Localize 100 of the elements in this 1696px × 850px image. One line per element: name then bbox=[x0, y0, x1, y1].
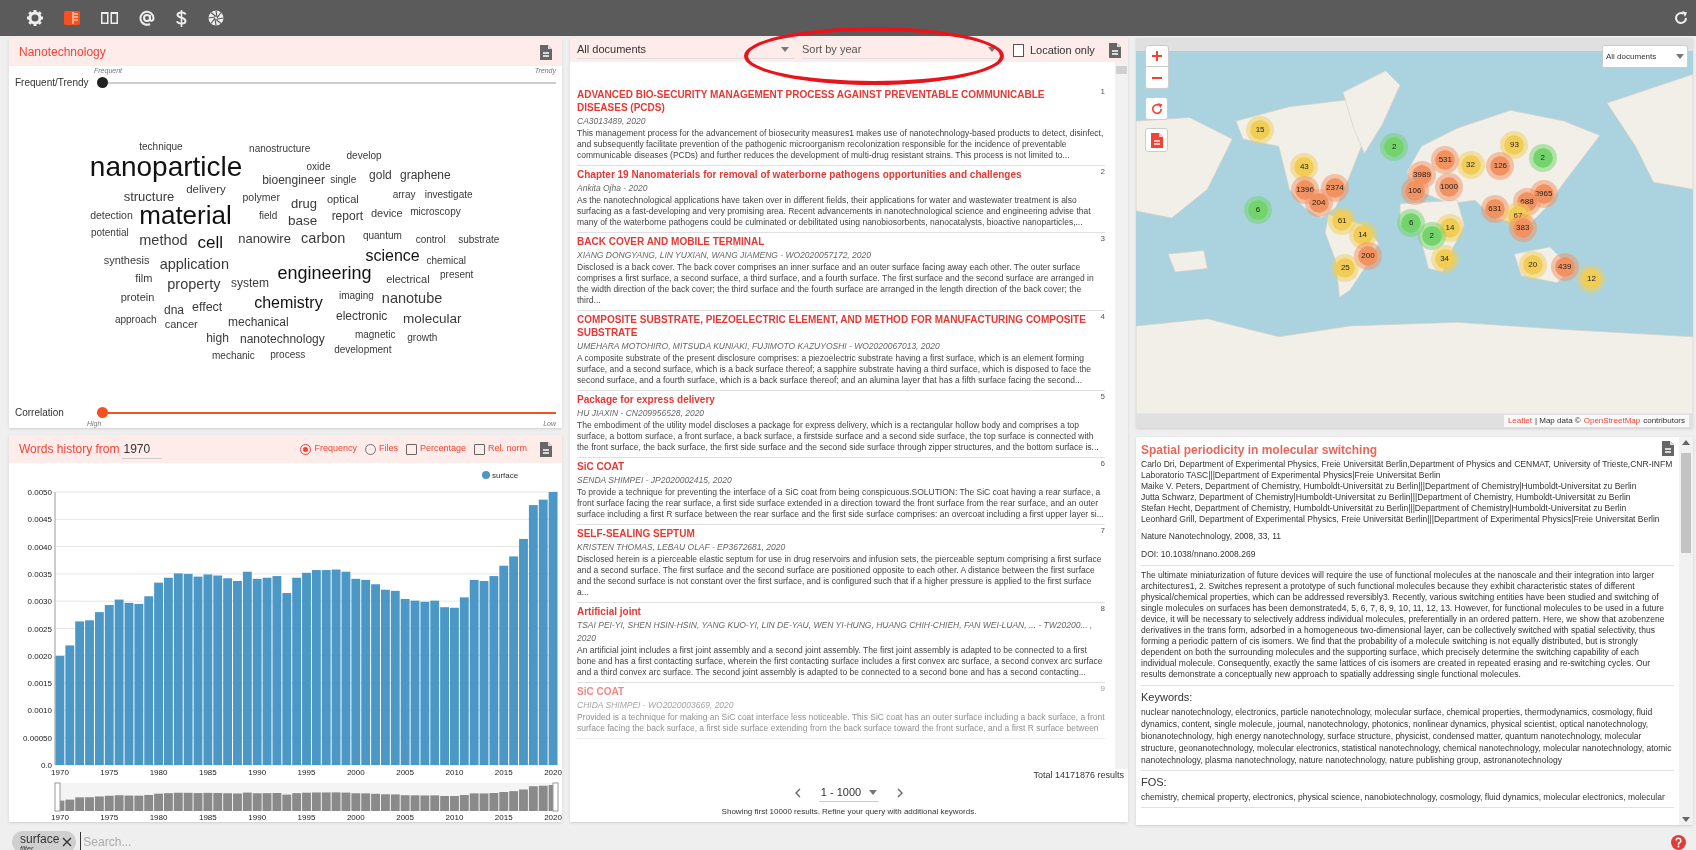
cloud-word[interactable]: bioengineer bbox=[262, 174, 325, 186]
cloud-word[interactable]: report bbox=[331, 209, 363, 222]
bar[interactable] bbox=[193, 576, 203, 765]
bar[interactable] bbox=[420, 601, 430, 765]
cloud-word[interactable]: oxide bbox=[306, 161, 331, 172]
result-title[interactable]: Package for express delivery bbox=[577, 393, 715, 406]
cloud-word[interactable]: device bbox=[370, 207, 403, 219]
cloud-word[interactable]: carbon bbox=[301, 230, 346, 246]
map-scope-dropdown[interactable]: All documents bbox=[1602, 45, 1688, 68]
bar[interactable] bbox=[538, 499, 548, 765]
bar[interactable] bbox=[361, 579, 371, 765]
bar[interactable] bbox=[509, 556, 519, 765]
cloud-word[interactable]: imaging bbox=[338, 291, 374, 302]
bar[interactable] bbox=[183, 573, 193, 765]
bar[interactable] bbox=[469, 579, 479, 765]
result-title[interactable]: SiC COAT bbox=[577, 460, 625, 473]
scrollbar[interactable] bbox=[1679, 437, 1693, 825]
help-icon[interactable] bbox=[1671, 834, 1686, 850]
bar[interactable] bbox=[479, 581, 489, 765]
scope-dropdown[interactable]: All documents bbox=[577, 41, 795, 59]
cloud-word[interactable]: control bbox=[415, 235, 446, 245]
cloud-word[interactable]: mechanical bbox=[228, 315, 289, 328]
settings-icon[interactable] bbox=[27, 10, 43, 26]
scrollbar-thumb[interactable] bbox=[1681, 453, 1691, 553]
chevron-right-icon[interactable] bbox=[897, 788, 904, 798]
bar[interactable] bbox=[173, 573, 183, 765]
bar[interactable] bbox=[331, 569, 341, 765]
bar[interactable] bbox=[499, 565, 509, 765]
attribution-link[interactable]: Leaflet bbox=[1507, 415, 1532, 427]
bar[interactable] bbox=[292, 577, 302, 765]
bar[interactable] bbox=[341, 571, 351, 765]
cloud-word[interactable]: optical bbox=[326, 193, 359, 205]
cloud-word[interactable]: synthesis bbox=[103, 254, 150, 266]
bar[interactable] bbox=[400, 599, 410, 765]
cloud-word[interactable]: drug bbox=[290, 196, 317, 210]
cloud-word[interactable]: nanostructure bbox=[249, 144, 311, 155]
bar[interactable] bbox=[351, 578, 361, 765]
bar[interactable] bbox=[262, 577, 272, 765]
cloud-word[interactable]: present bbox=[440, 270, 474, 281]
cloud-word[interactable]: cell bbox=[197, 233, 223, 251]
slider-thumb[interactable] bbox=[97, 406, 108, 418]
bar[interactable] bbox=[272, 576, 282, 765]
bar[interactable] bbox=[104, 605, 114, 765]
bar[interactable] bbox=[65, 645, 75, 765]
scrollbar-thumb[interactable] bbox=[1116, 66, 1127, 74]
bar[interactable] bbox=[203, 574, 213, 765]
bar[interactable] bbox=[252, 578, 262, 765]
bar[interactable] bbox=[55, 655, 65, 765]
bar[interactable] bbox=[242, 571, 252, 765]
cloud-word[interactable]: electrical bbox=[386, 273, 430, 285]
cloud-word[interactable]: engineering bbox=[277, 263, 372, 282]
cloud-word[interactable]: detection bbox=[90, 209, 133, 221]
refresh-icon[interactable] bbox=[1674, 11, 1688, 25]
cloud-word[interactable]: cancer bbox=[164, 318, 198, 330]
year-field[interactable]: 1970 bbox=[122, 439, 163, 459]
cloud-word[interactable]: high bbox=[206, 331, 229, 344]
cloud-word[interactable]: approach bbox=[114, 315, 157, 325]
aperture-icon[interactable] bbox=[208, 10, 224, 26]
cloud-word[interactable]: base bbox=[288, 213, 318, 228]
export-button[interactable] bbox=[1145, 128, 1168, 152]
bar[interactable] bbox=[213, 575, 223, 765]
page-range-dropdown[interactable]: 1 - 1000 bbox=[818, 784, 880, 802]
bar[interactable] bbox=[489, 576, 499, 765]
checkbox[interactable] bbox=[1013, 43, 1024, 57]
bar[interactable] bbox=[380, 589, 390, 765]
cloud-word[interactable]: effect bbox=[192, 301, 223, 314]
search-field[interactable]: Search... bbox=[80, 832, 1667, 850]
close-icon[interactable] bbox=[62, 837, 73, 847]
cloud-word[interactable]: structure bbox=[123, 189, 175, 203]
reset-button[interactable] bbox=[1145, 97, 1168, 120]
cloud-word[interactable]: science bbox=[365, 247, 420, 264]
slider-track[interactable] bbox=[97, 76, 556, 88]
cloud-word[interactable]: magnetic bbox=[354, 329, 396, 340]
cloud-word[interactable]: method bbox=[139, 232, 188, 248]
scroll-down-icon[interactable] bbox=[1682, 817, 1690, 822]
bar[interactable] bbox=[459, 597, 469, 765]
slider-thumb[interactable] bbox=[97, 76, 108, 88]
cloud-word[interactable]: substrate bbox=[458, 235, 500, 245]
cloud-word[interactable]: quantum bbox=[362, 231, 402, 242]
cloud-word[interactable]: potential bbox=[90, 227, 129, 238]
document-icon[interactable] bbox=[540, 44, 552, 60]
attribution-link[interactable]: OpenStreetMap bbox=[1583, 415, 1641, 427]
cloud-word[interactable]: dna bbox=[164, 304, 185, 317]
bar[interactable] bbox=[75, 621, 85, 765]
cloud-word[interactable]: development bbox=[334, 344, 392, 355]
bar[interactable] bbox=[311, 570, 321, 765]
cloud-word[interactable]: polymer bbox=[242, 191, 280, 202]
cloud-word[interactable]: technique bbox=[139, 142, 183, 153]
panel-layout-icon[interactable] bbox=[64, 11, 80, 25]
cloud-word[interactable]: material bbox=[139, 201, 232, 228]
result-title[interactable]: Artificial joint bbox=[577, 605, 641, 618]
result-title[interactable]: COMPOSITE SUBSTRATE, PIEZOELECTRIC ELEMENT, AND METHOD FOR MANUFACTURING COMPOSITE SUBSTRATE bbox=[577, 313, 1097, 339]
cloud-word[interactable]: property bbox=[167, 277, 221, 292]
document-icon[interactable] bbox=[540, 441, 552, 457]
result-title[interactable]: ADVANCED BIO-SECURITY MANAGEMENT PROCESS AGAINST PREVENTABLE COMMUNICABLE DISEASES (PCDS) bbox=[577, 88, 1097, 114]
cloud-word[interactable]: microscopy bbox=[410, 206, 461, 217]
bar[interactable] bbox=[114, 599, 124, 765]
bar[interactable] bbox=[548, 492, 558, 765]
cloud-word[interactable]: mechanic bbox=[212, 351, 255, 362]
chevron-left-icon[interactable] bbox=[794, 788, 801, 798]
